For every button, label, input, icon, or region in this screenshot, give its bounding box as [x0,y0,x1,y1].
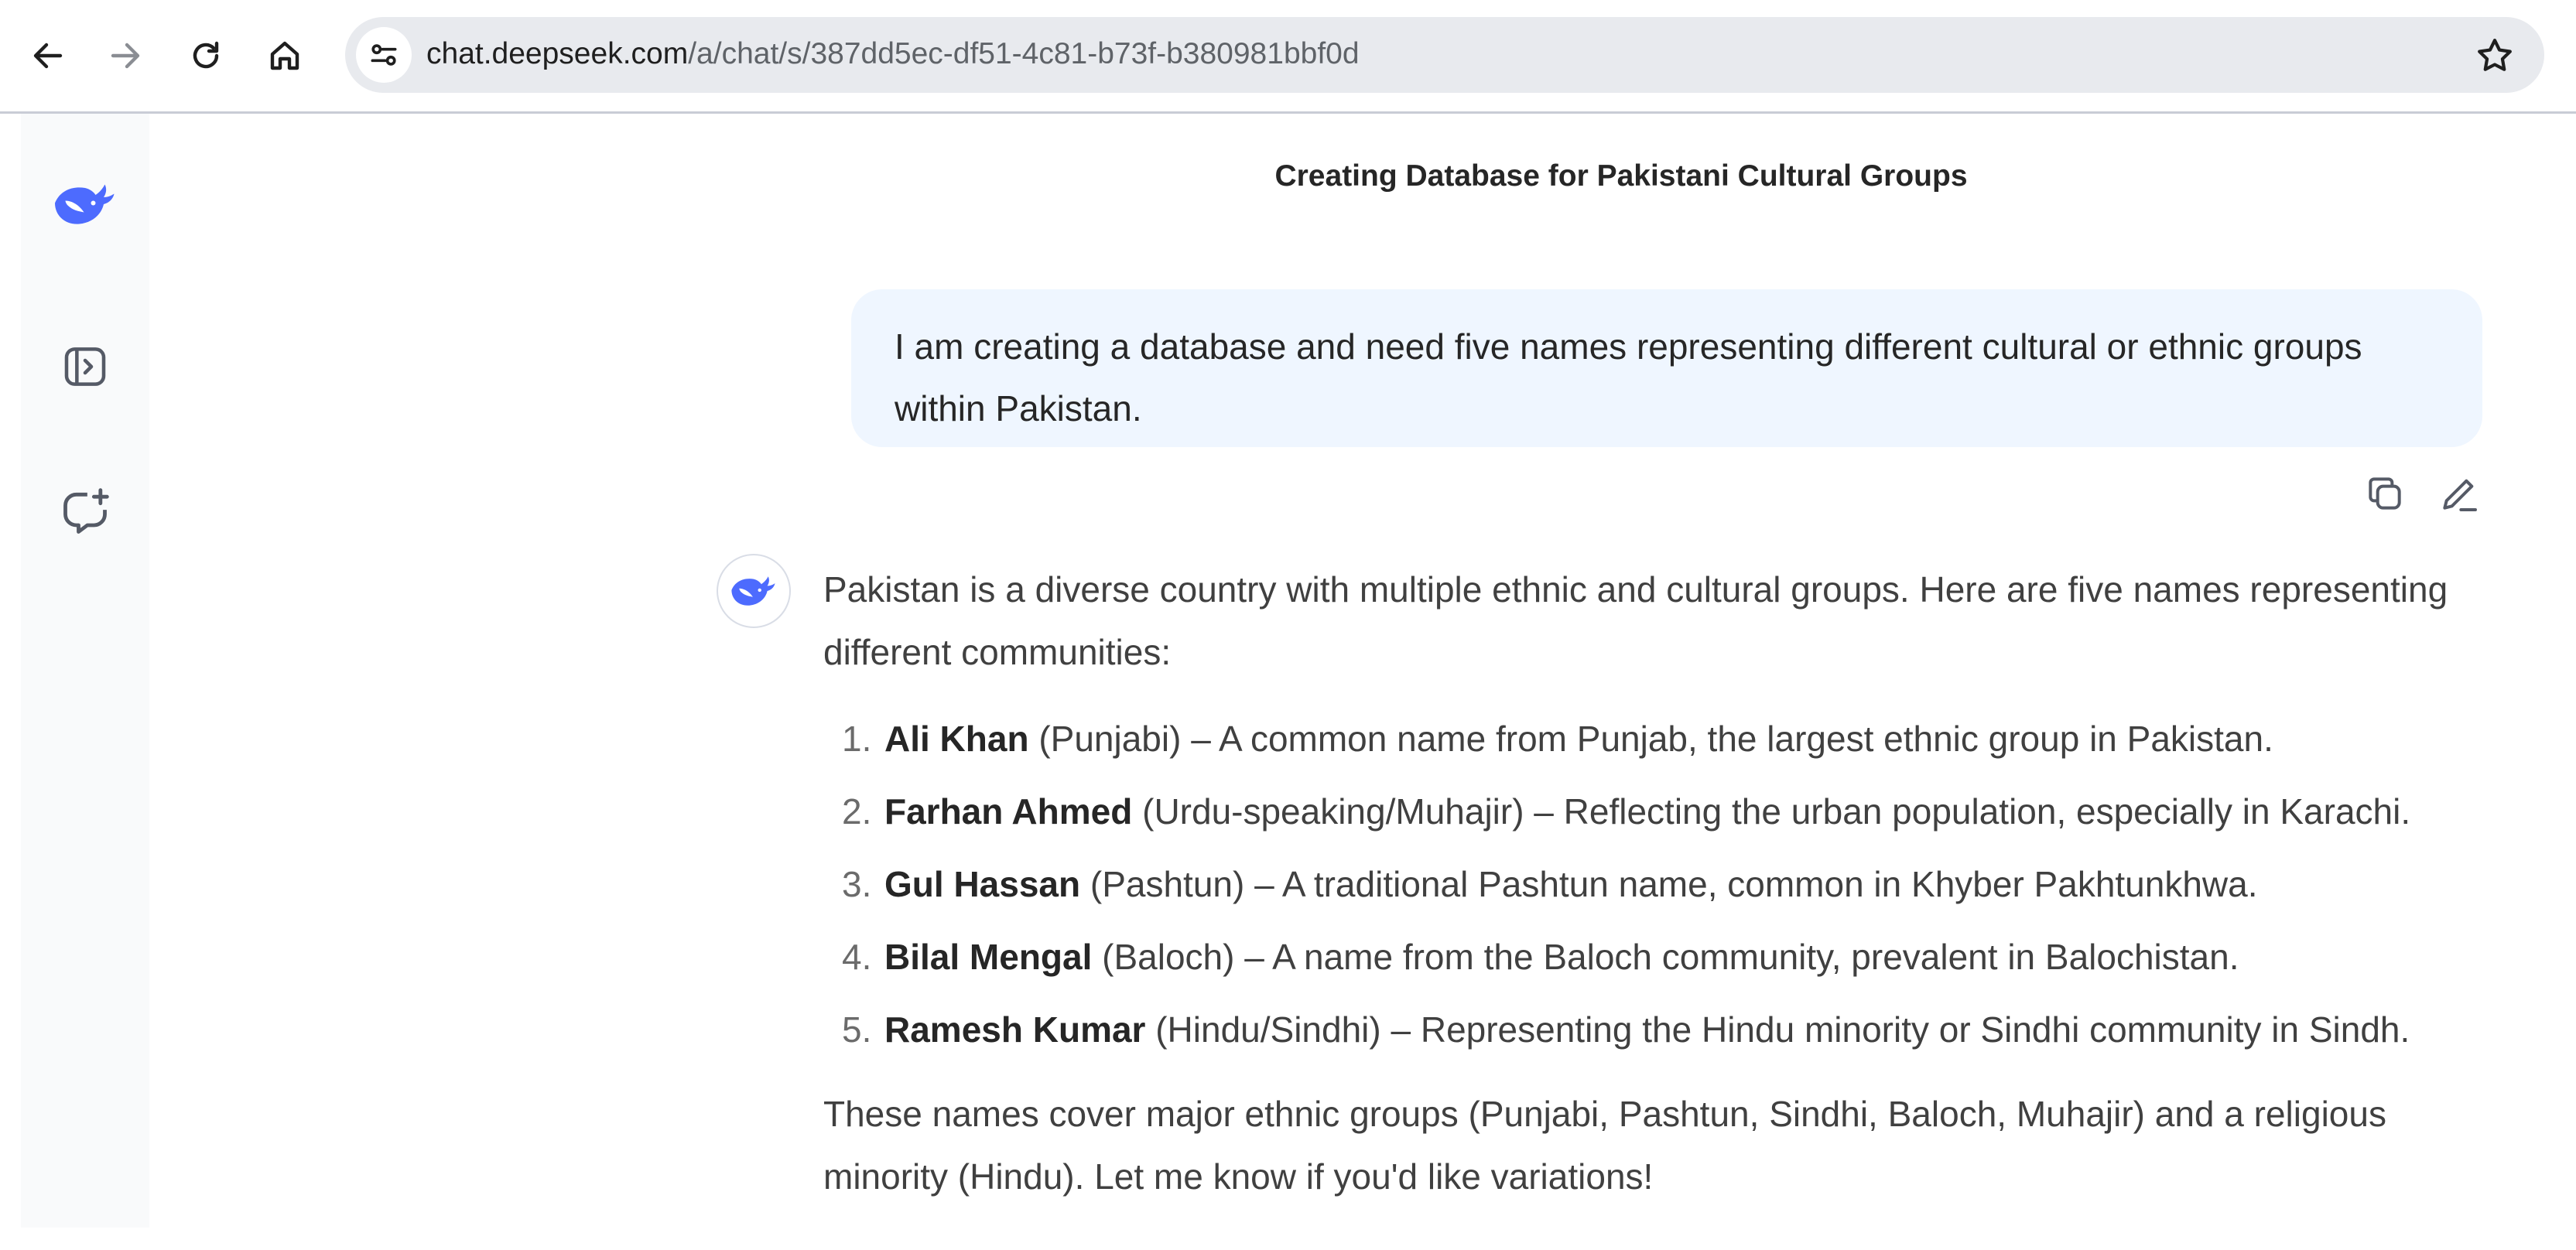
person-name: Ramesh Kumar [884,1009,1146,1050]
reload-button[interactable] [181,31,231,80]
deepseek-logo[interactable] [50,169,120,239]
deepseek-logo-icon [55,184,115,224]
address-bar[interactable]: chat.deepseek.com/a/chat/s/387dd5ec-df51… [345,17,2544,93]
url-text[interactable]: chat.deepseek.com/a/chat/s/387dd5ec-df51… [426,34,1360,74]
chat-title: Creating Database for Pakistani Cultural… [1274,159,1968,193]
list-item: 5. Ramesh Kumar (Hindu/Sindhi) – Represe… [823,993,2502,1066]
assistant-outro: These names cover major ethnic groups (P… [823,1094,2386,1197]
item-description: (Hindu/Sindhi) – Representing the Hindu … [1145,1009,2410,1050]
person-name: Ali Khan [884,719,1029,759]
back-arrow-icon [33,43,63,69]
copy-button[interactable] [2362,470,2408,517]
assistant-avatar [717,554,791,628]
list-number: 2. [842,791,872,832]
new-chat-button[interactable] [50,477,120,547]
item-description: (Pashtun) – A traditional Pashtun name, … [1080,864,2258,904]
item-description: (Punjabi) – A common name from Punjab, t… [1028,719,2273,759]
list-number: 5. [842,1009,872,1050]
edit-icon [2443,479,2477,511]
list-number: 1. [842,719,872,759]
item-description: (Urdu-speaking/Muhajir) – Reflecting the… [1132,791,2411,832]
site-info-button[interactable] [356,27,412,83]
edit-button[interactable] [2436,470,2482,517]
deepseek-avatar-icon [731,576,775,606]
user-message: I am creating a database and need five n… [851,289,2482,447]
url-path: /a/chat/s/387dd5ec-df51-4c81-b73f-b38098… [688,37,1360,70]
person-name: Farhan Ahmed [884,791,1133,832]
copy-icon [2369,477,2401,510]
reload-icon [193,41,219,69]
item-description: (Baloch) – A name from the Baloch commun… [1092,937,2239,977]
sidebar [21,114,149,1228]
home-button[interactable] [260,31,310,80]
home-icon [270,41,299,70]
forward-button[interactable] [101,31,150,80]
star-icon[interactable] [2473,34,2516,77]
browser-toolbar: chat.deepseek.com/a/chat/s/387dd5ec-df51… [0,0,2576,114]
assistant-message: Pakistan is a diverse country with multi… [823,558,2502,1208]
names-list: 1. Ali Khan (Punjabi) – A common name fr… [823,702,2502,1066]
url-host: chat.deepseek.com [426,37,689,70]
open-sidebar-button[interactable] [50,332,120,401]
back-button[interactable] [23,31,73,80]
new-chat-icon [63,488,109,534]
person-name: Bilal Mengal [884,937,1093,977]
forward-arrow-icon [111,43,140,69]
site-info-icon [371,44,397,66]
open-sidebar-icon [64,347,106,386]
list-item: 1. Ali Khan (Punjabi) – A common name fr… [823,702,2502,775]
list-item: 2. Farhan Ahmed (Urdu-speaking/Muhajir) … [823,775,2502,848]
list-item: 3. Gul Hassan (Pashtun) – A traditional … [823,848,2502,920]
list-number: 3. [842,864,872,904]
person-name: Gul Hassan [884,864,1081,904]
assistant-intro: Pakistan is a diverse country with multi… [823,569,2448,672]
list-number: 4. [842,937,872,977]
list-item: 4. Bilal Mengal (Baloch) – A name from t… [823,920,2502,993]
